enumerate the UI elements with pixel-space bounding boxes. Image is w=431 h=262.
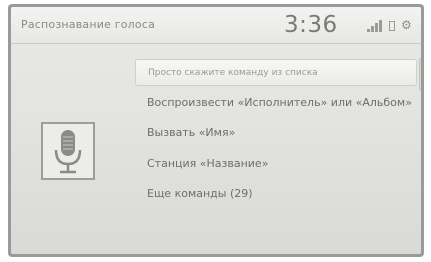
clock: 3:36 [284,12,338,38]
status-icons: ⚙ [367,19,417,32]
battery-icon [389,21,395,31]
command-label: Просто скажите команду из списка [148,68,318,78]
display-bezel: Распознавание голоса 3:36 ⚙ Просто скажи… [8,4,424,257]
command-label: Вызвать «Имя» [147,126,236,139]
microphone-button[interactable] [41,122,95,180]
command-label: Воспроизвести «Исполнитель» или «Альбом» [147,96,412,109]
command-label: Еще команды (29) [147,187,253,200]
command-item-call[interactable]: Вызвать «Имя» [135,119,417,146]
microphone-icon [54,130,82,174]
screen-title: Распознавание голоса [21,18,156,31]
command-item-station[interactable]: Станция «Название» [135,150,417,177]
settings-gear-icon[interactable]: ⚙ [401,19,412,31]
command-label: Станция «Название» [147,157,269,170]
signal-icon [367,20,383,32]
command-item-hint[interactable]: Просто скажите команду из списка [135,59,417,86]
command-item-more[interactable]: Еще команды (29) [135,180,417,207]
voice-recognition-screen: Распознавание голоса 3:36 ⚙ Просто скажи… [11,7,421,254]
header-bar: Распознавание голоса 3:36 ⚙ [11,7,421,44]
command-item-play[interactable]: Воспроизвести «Исполнитель» или «Альбом» [135,89,417,116]
scroll-tab[interactable] [419,58,421,90]
